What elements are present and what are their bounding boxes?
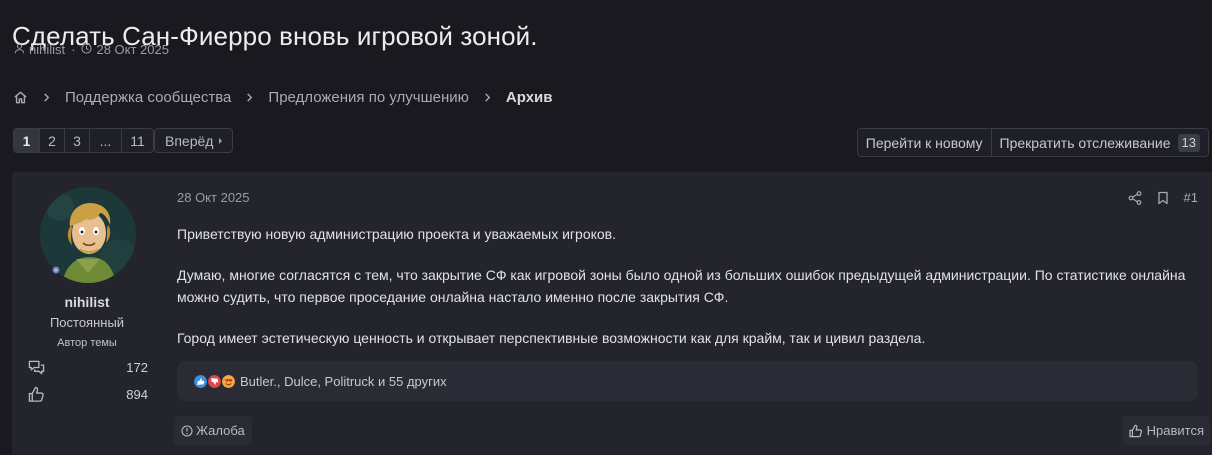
thread-page: Сделать Сан-Фиерро вновь игровой зоной. …: [0, 0, 1212, 455]
thread-actions: Перейти к новому Прекратить отслеживание…: [856, 128, 1209, 157]
thread-author-link[interactable]: nihilist: [29, 42, 65, 57]
chevron-right-icon: [44, 92, 50, 102]
breadcrumb-item-archive[interactable]: Архив: [506, 89, 553, 106]
like-reaction-icon: [193, 373, 208, 389]
page-1-button[interactable]: 1: [14, 129, 39, 152]
post-username[interactable]: nihilist: [12, 294, 162, 310]
pagination: 1 2 3 ... 11: [13, 128, 154, 153]
thread-meta: nihilist · 28 Окт 2025: [14, 42, 169, 57]
breadcrumb-item-suggestions[interactable]: Предложения по улучшению: [268, 89, 468, 106]
post-message-column: 28 Окт 2025 #1 Приветствую новую админис…: [174, 172, 1212, 455]
report-button[interactable]: Жалоба: [174, 416, 252, 445]
user-badge-icon: [52, 266, 60, 274]
like-button[interactable]: Нравится: [1122, 416, 1210, 445]
breadcrumb-item-support[interactable]: Поддержка сообщества: [65, 89, 231, 106]
post-paragraph: Город имеет эстетическую ценность и откр…: [177, 330, 926, 346]
unwatch-label: Прекратить отслеживание: [999, 134, 1171, 151]
post-tools: #1: [1128, 190, 1198, 205]
reactions-bar[interactable]: Butler., Dulce, Politruck и 55 других: [177, 361, 1198, 401]
dislike-reaction-icon: [207, 373, 222, 389]
thumbs-up-icon: [28, 386, 45, 403]
clock-icon: [81, 42, 93, 57]
share-icon[interactable]: [1128, 190, 1142, 205]
home-icon[interactable]: [13, 90, 28, 105]
reaction-icons: [193, 373, 236, 389]
page-jump-button[interactable]: ...: [89, 129, 121, 152]
thumbs-up-icon: [1129, 424, 1143, 438]
next-page-button[interactable]: Вперёд: [154, 128, 234, 153]
stat-messages: 172: [28, 358, 148, 376]
alert-circle-icon: [181, 424, 193, 437]
bookmark-icon[interactable]: [1156, 191, 1170, 205]
go-to-new-button[interactable]: Перейти к новому: [857, 129, 991, 156]
like-label: Нравится: [1146, 423, 1204, 438]
post-date[interactable]: 28 Окт 2025: [177, 190, 250, 205]
page-3-button[interactable]: 3: [64, 129, 89, 152]
breadcrumb: Поддержка сообщества Предложения по улуч…: [13, 86, 552, 108]
post-number-link[interactable]: #1: [1184, 190, 1198, 205]
love-reaction-icon: [221, 373, 236, 389]
post-body: Приветствую новую администрацию проекта …: [177, 223, 1187, 368]
post-paragraph: Думаю, многие согласятся с тем, что закр…: [177, 267, 1186, 305]
user-title: Постоянный: [49, 315, 125, 330]
stat-reactions: 894: [28, 385, 148, 403]
next-page-label: Вперёд: [165, 132, 214, 149]
chevron-right-icon: [485, 92, 491, 102]
reactions-summary[interactable]: Butler., Dulce, Politruck и 55 других: [240, 374, 447, 389]
meta-separator: ·: [71, 42, 76, 57]
messages-count: 172: [126, 359, 148, 375]
page-11-button[interactable]: 11: [121, 129, 153, 152]
unwatch-button[interactable]: Прекратить отслеживание 13: [990, 129, 1208, 156]
user-banner-author: Автор темы: [57, 337, 117, 349]
post: nihilist Постоянный Автор темы 172 894 2…: [12, 172, 1212, 455]
post-paragraph: Приветствую новую администрацию проекта …: [177, 226, 616, 242]
watch-count-badge: 13: [1177, 133, 1200, 152]
user-icon: [14, 42, 25, 57]
page-2-button[interactable]: 2: [39, 129, 64, 152]
caret-right-icon: [219, 137, 223, 144]
post-user-column: nihilist Постоянный Автор темы 172 894: [12, 172, 162, 455]
report-label: Жалоба: [196, 423, 245, 438]
chevron-right-icon: [247, 92, 253, 102]
thread-date[interactable]: 28 Окт 2025: [96, 42, 169, 57]
reactions-count: 894: [126, 386, 148, 402]
messages-icon: [28, 359, 45, 376]
